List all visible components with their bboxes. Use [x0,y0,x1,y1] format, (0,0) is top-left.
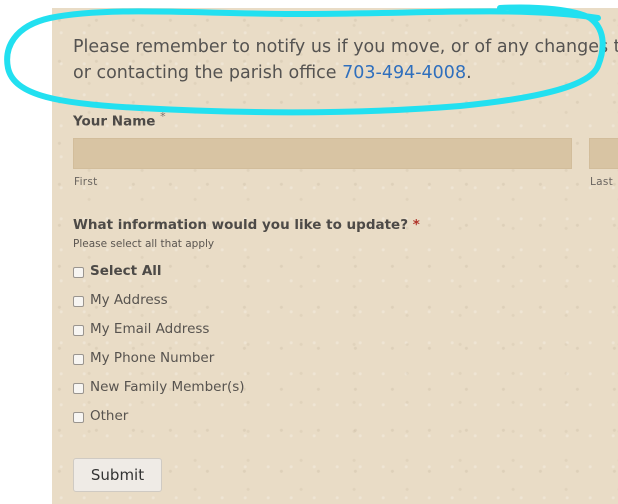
intro-line-2-text: or contacting the parish office [73,63,343,83]
option-my-address[interactable]: My Address [73,290,168,310]
first-name-sublabel: First [74,176,98,188]
intro-line-2: or contacting the parish office 703-494-… [73,60,618,86]
option-my-email-address[interactable]: My Email Address [73,319,209,339]
intro-text: Please remember to notify us if you move… [73,34,618,86]
your-name-label-text: Your Name [73,113,156,130]
intro-line-2-end: . [466,63,472,83]
update-question-text: What information would you like to updat… [73,217,409,233]
option-new-family-members[interactable]: New Family Member(s) [73,377,245,397]
checkbox[interactable] [73,411,84,423]
phone-link[interactable]: 703-494-4008 [342,63,466,83]
your-name-label: Your Name * [73,110,166,130]
option-label: New Family Member(s) [90,379,245,395]
checkbox[interactable] [73,295,84,307]
submit-button[interactable]: Submit [73,458,162,492]
update-question-description: Please select all that apply [73,238,215,250]
option-select-all[interactable]: Select All [73,261,162,281]
first-name-input[interactable] [73,138,572,169]
checkbox[interactable] [73,382,84,394]
last-name-input[interactable] [589,138,618,169]
intro-line-1: Please remember to notify us if you move… [73,37,618,57]
checkbox[interactable] [73,266,84,278]
option-label: My Phone Number [90,350,215,366]
option-label: Select All [90,263,162,279]
checkbox[interactable] [73,353,84,365]
option-label: My Email Address [90,321,210,337]
option-other[interactable]: Other [73,406,128,426]
update-question-label: What information would you like to updat… [73,217,420,233]
required-mark: * [412,217,420,233]
option-label: Other [90,408,129,424]
checkbox[interactable] [73,324,84,336]
last-name-sublabel: Last [590,176,614,188]
option-my-phone-number[interactable]: My Phone Number [73,348,214,368]
required-mark: * [160,110,166,123]
option-label: My Address [90,292,168,308]
